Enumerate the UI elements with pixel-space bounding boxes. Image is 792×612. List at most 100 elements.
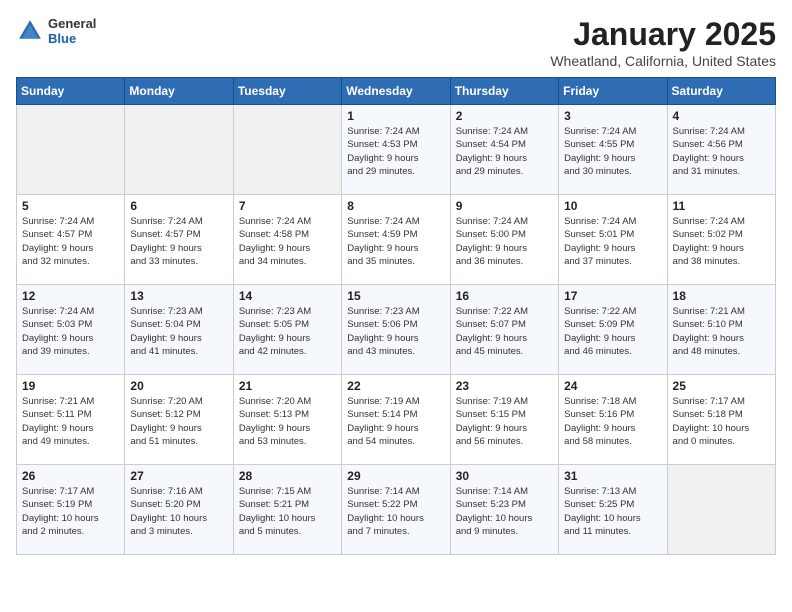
day-info: Sunrise: 7:24 AM Sunset: 4:55 PM Dayligh…: [564, 125, 661, 178]
calendar-cell: 16 Sunrise: 7:22 AM Sunset: 5:07 PM Dayli…: [450, 285, 558, 375]
day-number: 21: [239, 379, 336, 393]
logo-general: General: [48, 16, 96, 31]
day-info: Sunrise: 7:24 AM Sunset: 4:57 PM Dayligh…: [22, 215, 119, 268]
weekday-header: Wednesday: [342, 78, 450, 105]
calendar-week-row: 12 Sunrise: 7:24 AM Sunset: 5:03 PM Dayli…: [17, 285, 776, 375]
day-number: 19: [22, 379, 119, 393]
day-info: Sunrise: 7:24 AM Sunset: 5:02 PM Dayligh…: [673, 215, 770, 268]
calendar-cell: [233, 105, 341, 195]
calendar-cell: 26 Sunrise: 7:17 AM Sunset: 5:19 PM Dayli…: [17, 465, 125, 555]
logo-blue: Blue: [48, 31, 96, 46]
day-info: Sunrise: 7:14 AM Sunset: 5:23 PM Dayligh…: [456, 485, 553, 538]
month-title: January 2025: [550, 16, 776, 53]
day-number: 26: [22, 469, 119, 483]
calendar-cell: [667, 465, 775, 555]
day-info: Sunrise: 7:24 AM Sunset: 4:57 PM Dayligh…: [130, 215, 227, 268]
calendar-week-row: 1Sunrise: 7:24 AM Sunset: 4:53 PM Daylig…: [17, 105, 776, 195]
calendar-cell: 7Sunrise: 7:24 AM Sunset: 4:58 PM Daylig…: [233, 195, 341, 285]
calendar-cell: 23Sunrise: 7:19 AM Sunset: 5:15 PM Dayli…: [450, 375, 558, 465]
calendar-cell: 2 Sunrise: 7:24 AM Sunset: 4:54 PM Daylig…: [450, 105, 558, 195]
day-number: 2: [456, 109, 553, 123]
calendar-cell: 4 Sunrise: 7:24 AM Sunset: 4:56 PM Daylig…: [667, 105, 775, 195]
calendar-cell: 12 Sunrise: 7:24 AM Sunset: 5:03 PM Dayli…: [17, 285, 125, 375]
day-info: Sunrise: 7:19 AM Sunset: 5:14 PM Dayligh…: [347, 395, 444, 448]
day-number: 14: [239, 289, 336, 303]
day-number: 9: [456, 199, 553, 213]
calendar-cell: 3 Sunrise: 7:24 AM Sunset: 4:55 PM Daylig…: [559, 105, 667, 195]
weekday-header: Tuesday: [233, 78, 341, 105]
calendar-cell: 19 Sunrise: 7:21 AM Sunset: 5:11 PM Dayli…: [17, 375, 125, 465]
day-number: 16: [456, 289, 553, 303]
day-number: 29: [347, 469, 444, 483]
day-number: 28: [239, 469, 336, 483]
day-number: 3: [564, 109, 661, 123]
day-number: 8: [347, 199, 444, 213]
day-number: 24: [564, 379, 661, 393]
calendar-cell: 5 Sunrise: 7:24 AM Sunset: 4:57 PM Daylig…: [17, 195, 125, 285]
calendar-cell: 28 Sunrise: 7:15 AM Sunset: 5:21 PM Dayli…: [233, 465, 341, 555]
calendar-cell: 9 Sunrise: 7:24 AM Sunset: 5:00 PM Daylig…: [450, 195, 558, 285]
weekday-header: Friday: [559, 78, 667, 105]
calendar-cell: 27 Sunrise: 7:16 AM Sunset: 5:20 PM Dayli…: [125, 465, 233, 555]
calendar-cell: 6 Sunrise: 7:24 AM Sunset: 4:57 PM Daylig…: [125, 195, 233, 285]
calendar-cell: [17, 105, 125, 195]
day-info: Sunrise: 7:24 AM Sunset: 5:00 PM Dayligh…: [456, 215, 553, 268]
day-info: Sunrise: 7:17 AM Sunset: 5:19 PM Dayligh…: [22, 485, 119, 538]
weekday-header: Saturday: [667, 78, 775, 105]
day-number: 31: [564, 469, 661, 483]
day-number: 27: [130, 469, 227, 483]
day-info: Sunrise: 7:24 AM Sunset: 4:53 PM Dayligh…: [347, 125, 444, 178]
day-info: Sunrise: 7:24 AM Sunset: 5:03 PM Dayligh…: [22, 305, 119, 358]
day-info: Sunrise: 7:16 AM Sunset: 5:20 PM Dayligh…: [130, 485, 227, 538]
day-info: Sunrise: 7:24 AM Sunset: 5:01 PM Dayligh…: [564, 215, 661, 268]
calendar-cell: 17Sunrise: 7:22 AM Sunset: 5:09 PM Dayli…: [559, 285, 667, 375]
calendar-cell: 11 Sunrise: 7:24 AM Sunset: 5:02 PM Dayli…: [667, 195, 775, 285]
day-number: 30: [456, 469, 553, 483]
day-info: Sunrise: 7:23 AM Sunset: 5:06 PM Dayligh…: [347, 305, 444, 358]
day-number: 20: [130, 379, 227, 393]
logo-icon: [16, 17, 44, 45]
day-info: Sunrise: 7:24 AM Sunset: 4:54 PM Dayligh…: [456, 125, 553, 178]
weekday-header: Sunday: [17, 78, 125, 105]
title-block: January 2025 Wheatland, California, Unit…: [550, 16, 776, 69]
day-info: Sunrise: 7:22 AM Sunset: 5:09 PM Dayligh…: [564, 305, 661, 358]
calendar-cell: 29 Sunrise: 7:14 AM Sunset: 5:22 PM Dayli…: [342, 465, 450, 555]
calendar-week-row: 26 Sunrise: 7:17 AM Sunset: 5:19 PM Dayli…: [17, 465, 776, 555]
calendar-cell: 1Sunrise: 7:24 AM Sunset: 4:53 PM Daylig…: [342, 105, 450, 195]
day-info: Sunrise: 7:20 AM Sunset: 5:13 PM Dayligh…: [239, 395, 336, 448]
day-number: 4: [673, 109, 770, 123]
day-info: Sunrise: 7:21 AM Sunset: 5:11 PM Dayligh…: [22, 395, 119, 448]
day-number: 11: [673, 199, 770, 213]
day-info: Sunrise: 7:13 AM Sunset: 5:25 PM Dayligh…: [564, 485, 661, 538]
day-info: Sunrise: 7:22 AM Sunset: 5:07 PM Dayligh…: [456, 305, 553, 358]
calendar-cell: 14 Sunrise: 7:23 AM Sunset: 5:05 PM Dayli…: [233, 285, 341, 375]
day-info: Sunrise: 7:14 AM Sunset: 5:22 PM Dayligh…: [347, 485, 444, 538]
calendar-cell: 20 Sunrise: 7:20 AM Sunset: 5:12 PM Dayli…: [125, 375, 233, 465]
day-number: 12: [22, 289, 119, 303]
calendar-week-row: 19 Sunrise: 7:21 AM Sunset: 5:11 PM Dayli…: [17, 375, 776, 465]
calendar-cell: 8 Sunrise: 7:24 AM Sunset: 4:59 PM Daylig…: [342, 195, 450, 285]
day-info: Sunrise: 7:24 AM Sunset: 4:56 PM Dayligh…: [673, 125, 770, 178]
calendar-cell: 15Sunrise: 7:23 AM Sunset: 5:06 PM Dayli…: [342, 285, 450, 375]
day-info: Sunrise: 7:23 AM Sunset: 5:05 PM Dayligh…: [239, 305, 336, 358]
day-number: 6: [130, 199, 227, 213]
day-number: 7: [239, 199, 336, 213]
day-number: 25: [673, 379, 770, 393]
calendar-cell: 24 Sunrise: 7:18 AM Sunset: 5:16 PM Dayli…: [559, 375, 667, 465]
day-info: Sunrise: 7:17 AM Sunset: 5:18 PM Dayligh…: [673, 395, 770, 448]
day-number: 10: [564, 199, 661, 213]
day-info: Sunrise: 7:18 AM Sunset: 5:16 PM Dayligh…: [564, 395, 661, 448]
day-info: Sunrise: 7:23 AM Sunset: 5:04 PM Dayligh…: [130, 305, 227, 358]
day-number: 13: [130, 289, 227, 303]
day-number: 5: [22, 199, 119, 213]
calendar-table: SundayMondayTuesdayWednesdayThursdayFrid…: [16, 77, 776, 555]
logo: General Blue: [16, 16, 96, 46]
calendar-cell: 22Sunrise: 7:19 AM Sunset: 5:14 PM Dayli…: [342, 375, 450, 465]
calendar-cell: 30 Sunrise: 7:14 AM Sunset: 5:23 PM Dayli…: [450, 465, 558, 555]
logo-text: General Blue: [48, 16, 96, 46]
calendar-cell: [125, 105, 233, 195]
day-info: Sunrise: 7:15 AM Sunset: 5:21 PM Dayligh…: [239, 485, 336, 538]
calendar-cell: 10 Sunrise: 7:24 AM Sunset: 5:01 PM Dayli…: [559, 195, 667, 285]
day-info: Sunrise: 7:20 AM Sunset: 5:12 PM Dayligh…: [130, 395, 227, 448]
day-info: Sunrise: 7:24 AM Sunset: 4:59 PM Dayligh…: [347, 215, 444, 268]
